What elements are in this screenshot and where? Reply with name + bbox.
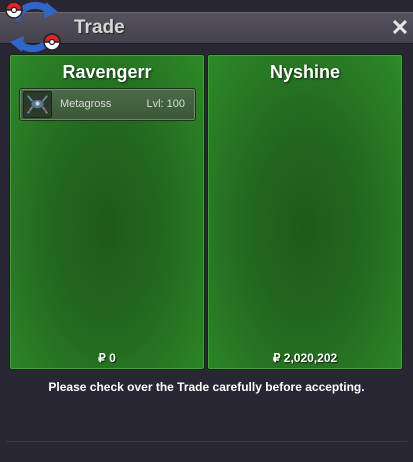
- item-name: Metagross: [60, 98, 112, 110]
- trade-swap-icon: [5, 1, 61, 53]
- window-title: Trade: [74, 17, 125, 38]
- trader-name-right: Nyshine: [269, 62, 341, 82]
- money-right: ₽ 2,020,202: [272, 351, 338, 365]
- money-left: ₽ 0: [98, 351, 116, 365]
- trade-notice: Please check over the Trade carefully be…: [48, 380, 365, 394]
- trade-item-row[interactable]: Metagross Lvl: 100: [19, 88, 196, 121]
- item-level: Lvl: 100: [146, 98, 185, 110]
- bottom-divider: [6, 441, 407, 442]
- trade-window: Trade ✕ Ravengerr Metagross Lvl: 100 ₽ 0…: [0, 0, 413, 462]
- trader-name-left: Ravengerr: [62, 62, 152, 82]
- metagross-sprite-icon: [23, 91, 52, 118]
- close-icon[interactable]: ✕: [389, 16, 411, 40]
- right-trade-panel: Nyshine ₽ 2,020,202: [207, 54, 403, 370]
- left-trade-panel: Ravengerr Metagross Lvl: 100 ₽ 0: [9, 54, 205, 370]
